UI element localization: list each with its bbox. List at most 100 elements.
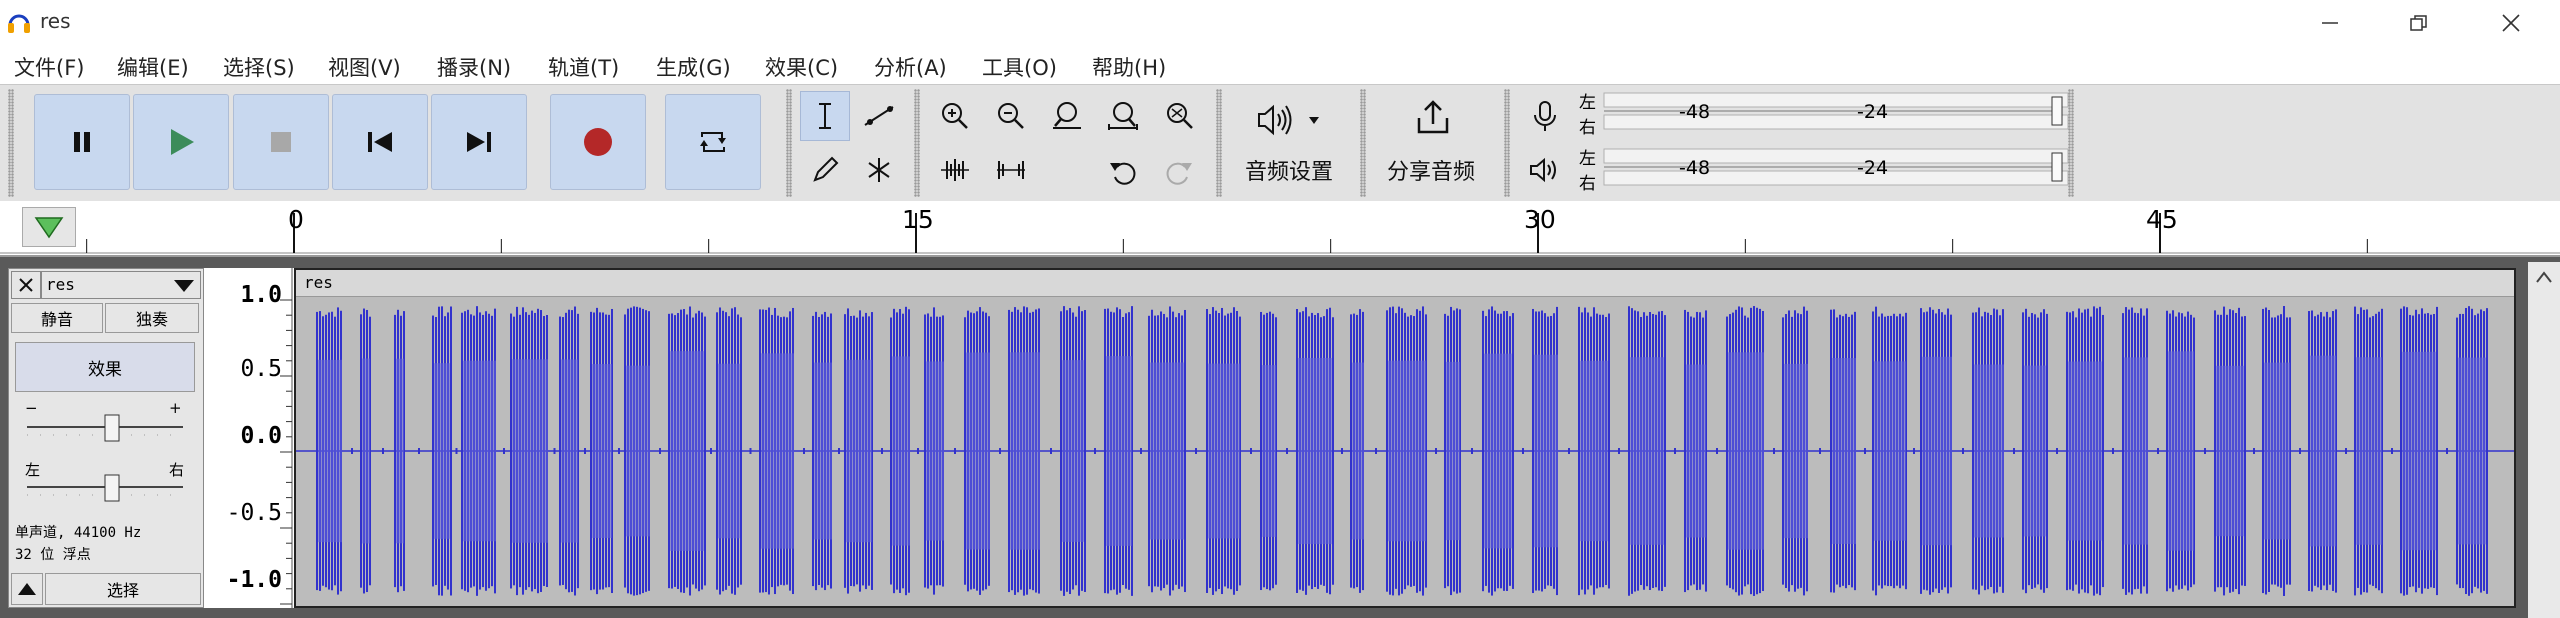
vertical-scrollbar[interactable] xyxy=(2528,262,2560,618)
trim-icon xyxy=(941,159,969,181)
menu-help[interactable]: 帮助(H) xyxy=(1092,52,1166,82)
toolbar-grip[interactable] xyxy=(1360,89,1366,197)
fit-project-button[interactable] xyxy=(1098,91,1148,141)
scroll-up-icon[interactable] xyxy=(2535,270,2553,284)
zoom-fit-project-icon xyxy=(1108,102,1138,130)
waveform-blip xyxy=(1435,448,1437,454)
menu-effect[interactable]: 效果(C) xyxy=(765,52,838,82)
dropdown-arrow-icon xyxy=(174,280,194,292)
redo-button[interactable] xyxy=(1154,145,1204,195)
waveform-blip xyxy=(803,448,805,454)
minimize-icon xyxy=(2322,22,2338,24)
menu-analyze[interactable]: 分析(A) xyxy=(874,52,947,82)
waveform-burst xyxy=(510,306,548,596)
skip-to-start-button[interactable] xyxy=(332,94,428,190)
draw-tool-button[interactable] xyxy=(800,145,850,195)
toolbar-grip[interactable] xyxy=(914,89,920,197)
waveform-blip xyxy=(1140,448,1142,454)
envelope-icon xyxy=(864,106,894,126)
gain-slider[interactable] xyxy=(23,409,189,449)
playback-meter-button[interactable] xyxy=(1520,145,1570,195)
waveform xyxy=(296,306,2514,596)
toolbar-grip[interactable] xyxy=(2068,89,2074,197)
menu-tools[interactable]: 工具(O) xyxy=(982,52,1057,82)
waveform-burst xyxy=(1532,306,1558,596)
mute-button[interactable]: 静音 xyxy=(11,303,103,333)
amplitude-scale[interactable]: 1.0 0.5 0.0 -0.5 -1.0 xyxy=(204,268,294,608)
minimize-button[interactable] xyxy=(2295,0,2365,46)
waveform-blip xyxy=(710,448,712,454)
waveform-blip xyxy=(917,448,919,454)
record-meter-tick: -48 xyxy=(1679,101,1711,123)
audio-setup-label: 音频设置 xyxy=(1245,160,1334,185)
solo-button[interactable]: 独奏 xyxy=(105,303,199,333)
undo-button[interactable] xyxy=(1098,145,1148,195)
waveform-blip xyxy=(1568,448,1570,454)
waveform-blip xyxy=(2446,448,2448,454)
restore-button[interactable] xyxy=(2384,0,2454,46)
waveform-burst xyxy=(1260,311,1277,591)
clip-name: res xyxy=(304,273,333,292)
skip-to-end-button[interactable] xyxy=(431,94,527,190)
ruler-label-30: 30 xyxy=(1524,205,1556,234)
scale-label-0.0: 0.0 xyxy=(240,423,282,449)
stop-icon xyxy=(271,132,291,152)
timeline-ruler[interactable]: 0 15 30 45 xyxy=(0,201,2560,257)
zoom-out-button[interactable] xyxy=(986,91,1036,141)
collapse-track-button[interactable] xyxy=(11,573,43,605)
waveform-blip xyxy=(1250,448,1252,454)
close-window-button[interactable] xyxy=(2476,0,2546,46)
menu-edit[interactable]: 编辑(E) xyxy=(117,52,189,82)
waveform-burst xyxy=(2308,309,2337,593)
menu-select[interactable]: 选择(S) xyxy=(223,52,295,82)
waveform-burst xyxy=(1726,306,1764,596)
toolbar-grip[interactable] xyxy=(1504,89,1510,197)
record-level-meter[interactable] xyxy=(1580,89,2070,135)
playback-level-meter[interactable] xyxy=(1580,145,2070,191)
zoom-toggle-button[interactable] xyxy=(1154,91,1204,141)
waveform-burst xyxy=(360,308,371,594)
audio-clip[interactable]: res xyxy=(294,268,2516,608)
select-track-button[interactable]: 选择 xyxy=(45,573,201,605)
record-meter-button[interactable] xyxy=(1520,91,1570,141)
track-area: res 静音 独奏 效果 − + 左 右 单声道, 44100 Hz 32 位 … xyxy=(0,257,2560,618)
pause-icon xyxy=(74,132,90,152)
fit-selection-button[interactable] xyxy=(1042,91,1092,141)
toolbar-grip[interactable] xyxy=(8,89,14,197)
pan-slider[interactable] xyxy=(23,469,189,509)
stop-button[interactable] xyxy=(233,94,329,190)
silence-audio-button[interactable] xyxy=(986,145,1036,195)
waveform-blip xyxy=(2112,448,2114,454)
waveform-blip xyxy=(999,448,1001,454)
close-track-button[interactable] xyxy=(11,271,41,299)
trim-audio-button[interactable] xyxy=(930,145,980,195)
audio-setup-button[interactable]: 音频设置 xyxy=(1232,89,1350,197)
menu-tracks[interactable]: 轨道(T) xyxy=(548,52,619,82)
effects-button[interactable]: 效果 xyxy=(15,342,195,392)
track-name-menu[interactable]: res xyxy=(41,271,201,299)
zoom-fit-selection-icon xyxy=(1053,102,1081,129)
share-audio-button[interactable]: 分享音频 xyxy=(1374,89,1492,197)
toolbar-grip[interactable] xyxy=(786,89,792,197)
zoom-in-button[interactable] xyxy=(930,91,980,141)
track-resize-edge xyxy=(2516,268,2526,608)
multi-tool-button[interactable] xyxy=(854,145,904,195)
selection-tool-button[interactable] xyxy=(800,91,850,141)
menu-transport[interactable]: 播录(N) xyxy=(437,52,511,82)
pencil-icon xyxy=(813,156,839,182)
clip-title-bar[interactable]: res xyxy=(296,270,2514,297)
track-control-panel[interactable]: res 静音 独奏 效果 − + 左 右 单声道, 44100 Hz 32 位 … xyxy=(8,268,204,608)
loop-button[interactable] xyxy=(665,94,761,190)
ruler-label-0: 0 xyxy=(288,205,304,234)
record-button[interactable] xyxy=(550,94,646,190)
scale-label-neg-0.5: -0.5 xyxy=(226,500,282,526)
envelope-tool-button[interactable] xyxy=(854,91,904,141)
menu-view[interactable]: 视图(V) xyxy=(328,52,401,82)
play-button[interactable] xyxy=(133,94,229,190)
pause-button[interactable] xyxy=(34,94,130,190)
loop-icon xyxy=(700,132,726,152)
menu-file[interactable]: 文件(F) xyxy=(14,52,84,82)
menu-generate[interactable]: 生成(G) xyxy=(656,52,731,82)
toolbar-grip[interactable] xyxy=(1216,89,1222,197)
waveform-blip xyxy=(749,448,752,454)
